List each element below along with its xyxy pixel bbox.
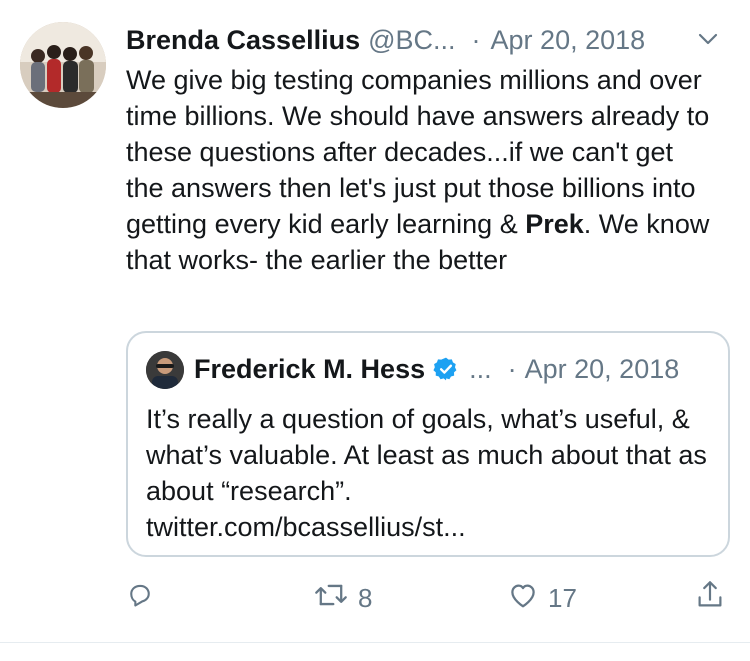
tweet-header: Brenda Cassellius @BC... · Apr 20, 2018 xyxy=(126,20,741,60)
author-avatar[interactable] xyxy=(20,22,106,108)
tweet[interactable]: Brenda Cassellius @BC... · Apr 20, 2018 We … xyxy=(0,0,750,661)
quoted-tweet-header: Frederick M. Hess... · Apr 20, 2018 xyxy=(194,349,714,389)
share-icon xyxy=(696,580,724,617)
verified-badge-icon xyxy=(433,353,459,393)
like-count: 17 xyxy=(548,582,577,613)
quoted-handle-ellipsis: ... xyxy=(469,354,492,384)
retweet-icon xyxy=(314,581,348,616)
retweet-count: 8 xyxy=(358,582,373,613)
share-button[interactable] xyxy=(696,578,724,618)
tweet-date[interactable]: Apr 20, 2018 xyxy=(491,25,646,55)
retweet-button[interactable]: 8 xyxy=(314,578,372,618)
tweet-text: We give big testing companies millions a… xyxy=(126,62,716,278)
quoted-tweet-text: It’s really a question of goals, what’s … xyxy=(146,404,707,542)
reply-button[interactable] xyxy=(126,578,154,618)
chevron-down-icon[interactable] xyxy=(697,28,719,50)
like-button[interactable]: 17 xyxy=(508,578,577,618)
quoted-author-avatar xyxy=(146,351,184,389)
group-photo-image xyxy=(20,22,106,108)
author-handle[interactable]: @BC... xyxy=(368,25,455,55)
quoted-tweet-date: Apr 20, 2018 xyxy=(524,354,680,384)
tweet-divider xyxy=(0,642,750,643)
reply-icon xyxy=(126,581,154,616)
author-name[interactable]: Brenda Cassellius xyxy=(126,25,360,55)
tweet-actions: 8 17 xyxy=(126,578,736,618)
quoted-tweet[interactable]: Frederick M. Hess... · Apr 20, 2018 It’s r… xyxy=(126,331,730,557)
heart-icon xyxy=(508,581,538,616)
tweet-text-bold: Prek xyxy=(525,209,584,239)
quoted-header-separator: · xyxy=(507,354,517,384)
header-separator: · xyxy=(471,25,481,55)
quoted-author-name: Frederick M. Hess xyxy=(194,354,426,384)
